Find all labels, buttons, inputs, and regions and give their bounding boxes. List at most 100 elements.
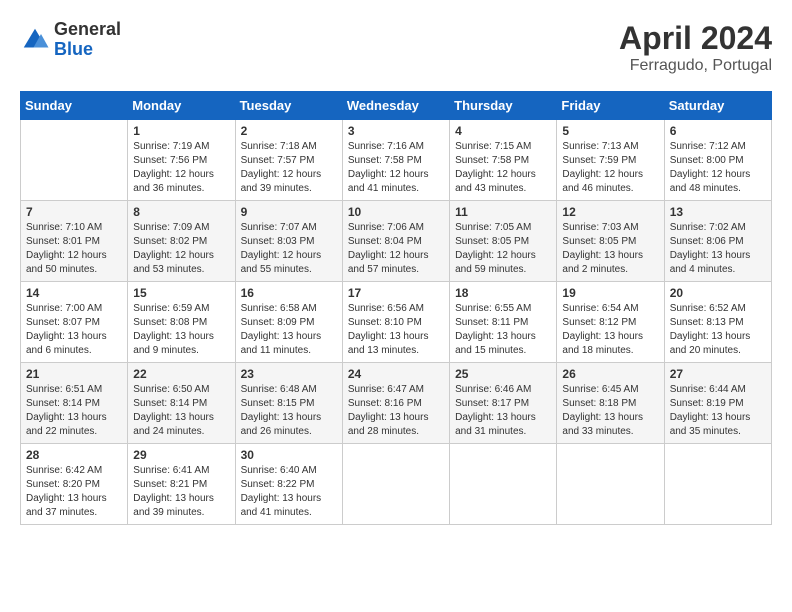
weekday-header-row: Sunday Monday Tuesday Wednesday Thursday…: [21, 92, 772, 120]
header-tuesday: Tuesday: [235, 92, 342, 120]
day-number: 27: [670, 367, 766, 381]
day-info: Sunrise: 7:09 AMSunset: 8:02 PMDaylight:…: [133, 221, 229, 277]
day-number: 19: [562, 286, 658, 300]
day-info: Sunrise: 6:52 AMSunset: 8:13 PMDaylight:…: [670, 302, 766, 358]
calendar-cell: 14 Sunrise: 7:00 AMSunset: 8:07 PMDayligh…: [21, 282, 128, 363]
header-thursday: Thursday: [450, 92, 557, 120]
calendar-cell: 18 Sunrise: 6:55 AMSunset: 8:11 PMDayligh…: [450, 282, 557, 363]
calendar-cell: 28 Sunrise: 6:42 AMSunset: 8:20 PMDayligh…: [21, 444, 128, 525]
day-info: Sunrise: 7:19 AMSunset: 7:56 PMDaylight:…: [133, 140, 229, 196]
calendar-cell: 25 Sunrise: 6:46 AMSunset: 8:17 PMDayligh…: [450, 363, 557, 444]
calendar-cell: 23Sunrise: 6:48 AMSunset: 8:15 PMDayligh…: [235, 363, 342, 444]
calendar-cell: [342, 444, 449, 525]
day-info: Sunrise: 7:16 AMSunset: 7:58 PMDaylight:…: [348, 140, 444, 196]
day-info: Sunrise: 6:44 AMSunset: 8:19 PMDaylight:…: [670, 383, 766, 439]
calendar-cell: 24 Sunrise: 6:47 AMSunset: 8:16 PMDayligh…: [342, 363, 449, 444]
month-title: April 2024: [619, 20, 772, 57]
calendar-cell: 12Sunrise: 7:03 AMSunset: 8:05 PMDayligh…: [557, 201, 664, 282]
day-number: 15: [133, 286, 229, 300]
day-number: 11: [455, 205, 551, 219]
calendar-cell: 30 Sunrise: 6:40 AMSunset: 8:22 PMDayligh…: [235, 444, 342, 525]
day-number: 14: [26, 286, 122, 300]
day-number: 25: [455, 367, 551, 381]
title-area: April 2024 Ferragudo, Portugal: [619, 20, 772, 75]
calendar-cell: 9Sunrise: 7:07 AMSunset: 8:03 PMDaylight…: [235, 201, 342, 282]
calendar-header: Sunday Monday Tuesday Wednesday Thursday…: [21, 92, 772, 120]
calendar-cell: [557, 444, 664, 525]
header: General Blue April 2024 Ferragudo, Portu…: [20, 20, 772, 75]
calendar-cell: 15 Sunrise: 6:59 AMSunset: 8:08 PMDayligh…: [128, 282, 235, 363]
day-info: Sunrise: 6:56 AMSunset: 8:10 PMDaylight:…: [348, 302, 444, 358]
day-number: 6: [670, 124, 766, 138]
day-info: Sunrise: 7:10 AMSunset: 8:01 PMDaylight:…: [26, 221, 122, 277]
logo: General Blue: [20, 20, 121, 60]
calendar-week-2: 7Sunrise: 7:10 AMSunset: 8:01 PMDaylight…: [21, 201, 772, 282]
calendar-cell: 1Sunrise: 7:19 AMSunset: 7:56 PMDaylight…: [128, 120, 235, 201]
calendar-cell: 6 Sunrise: 7:12 AMSunset: 8:00 PMDaylight…: [664, 120, 771, 201]
calendar-cell: [450, 444, 557, 525]
logo-blue: Blue: [54, 40, 121, 60]
day-number: 30: [241, 448, 337, 462]
calendar-cell: 19Sunrise: 6:54 AMSunset: 8:12 PMDayligh…: [557, 282, 664, 363]
header-saturday: Saturday: [664, 92, 771, 120]
day-number: 21: [26, 367, 122, 381]
day-number: 3: [348, 124, 444, 138]
day-number: 5: [562, 124, 658, 138]
calendar-cell: 21Sunrise: 6:51 AMSunset: 8:14 PMDayligh…: [21, 363, 128, 444]
day-info: Sunrise: 6:41 AMSunset: 8:21 PMDaylight:…: [133, 464, 229, 520]
day-number: 26: [562, 367, 658, 381]
day-number: 16: [241, 286, 337, 300]
calendar-week-1: 1Sunrise: 7:19 AMSunset: 7:56 PMDaylight…: [21, 120, 772, 201]
calendar-table: Sunday Monday Tuesday Wednesday Thursday…: [20, 91, 772, 525]
calendar-cell: 10Sunrise: 7:06 AMSunset: 8:04 PMDayligh…: [342, 201, 449, 282]
day-info: Sunrise: 7:00 AMSunset: 8:07 PMDaylight:…: [26, 302, 122, 358]
day-info: Sunrise: 7:13 AMSunset: 7:59 PMDaylight:…: [562, 140, 658, 196]
day-info: Sunrise: 6:46 AMSunset: 8:17 PMDaylight:…: [455, 383, 551, 439]
day-info: Sunrise: 6:47 AMSunset: 8:16 PMDaylight:…: [348, 383, 444, 439]
day-info: Sunrise: 7:05 AMSunset: 8:05 PMDaylight:…: [455, 221, 551, 277]
day-info: Sunrise: 6:59 AMSunset: 8:08 PMDaylight:…: [133, 302, 229, 358]
day-info: Sunrise: 7:06 AMSunset: 8:04 PMDaylight:…: [348, 221, 444, 277]
calendar-cell: [664, 444, 771, 525]
day-number: 24: [348, 367, 444, 381]
day-number: 4: [455, 124, 551, 138]
day-number: 12: [562, 205, 658, 219]
calendar-cell: [21, 120, 128, 201]
day-number: 20: [670, 286, 766, 300]
header-friday: Friday: [557, 92, 664, 120]
calendar-cell: 7Sunrise: 7:10 AMSunset: 8:01 PMDaylight…: [21, 201, 128, 282]
logo-text: General Blue: [54, 20, 121, 60]
day-info: Sunrise: 6:45 AMSunset: 8:18 PMDaylight:…: [562, 383, 658, 439]
calendar-body: 1Sunrise: 7:19 AMSunset: 7:56 PMDaylight…: [21, 120, 772, 525]
calendar-cell: 29Sunrise: 6:41 AMSunset: 8:21 PMDayligh…: [128, 444, 235, 525]
calendar-cell: 22 Sunrise: 6:50 AMSunset: 8:14 PMDayligh…: [128, 363, 235, 444]
day-info: Sunrise: 6:42 AMSunset: 8:20 PMDaylight:…: [26, 464, 122, 520]
logo-general: General: [54, 20, 121, 40]
header-wednesday: Wednesday: [342, 92, 449, 120]
generalblue-logo-icon: [20, 25, 50, 55]
header-monday: Monday: [128, 92, 235, 120]
calendar-cell: 16 Sunrise: 6:58 AMSunset: 8:09 PMDayligh…: [235, 282, 342, 363]
day-number: 2: [241, 124, 337, 138]
day-info: Sunrise: 6:55 AMSunset: 8:11 PMDaylight:…: [455, 302, 551, 358]
calendar-cell: 13Sunrise: 7:02 AMSunset: 8:06 PMDayligh…: [664, 201, 771, 282]
calendar-cell: 27 Sunrise: 6:44 AMSunset: 8:19 PMDayligh…: [664, 363, 771, 444]
day-number: 13: [670, 205, 766, 219]
day-number: 28: [26, 448, 122, 462]
calendar-week-4: 21Sunrise: 6:51 AMSunset: 8:14 PMDayligh…: [21, 363, 772, 444]
calendar-cell: 26 Sunrise: 6:45 AMSunset: 8:18 PMDayligh…: [557, 363, 664, 444]
day-number: 22: [133, 367, 229, 381]
day-info: Sunrise: 7:18 AMSunset: 7:57 PMDaylight:…: [241, 140, 337, 196]
calendar-cell: 2 Sunrise: 7:18 AMSunset: 7:57 PMDaylight…: [235, 120, 342, 201]
calendar-week-5: 28 Sunrise: 6:42 AMSunset: 8:20 PMDayligh…: [21, 444, 772, 525]
day-info: Sunrise: 6:58 AMSunset: 8:09 PMDaylight:…: [241, 302, 337, 358]
day-info: Sunrise: 6:40 AMSunset: 8:22 PMDaylight:…: [241, 464, 337, 520]
day-number: 8: [133, 205, 229, 219]
day-number: 18: [455, 286, 551, 300]
calendar-week-3: 14 Sunrise: 7:00 AMSunset: 8:07 PMDayligh…: [21, 282, 772, 363]
day-number: 17: [348, 286, 444, 300]
calendar-cell: 8 Sunrise: 7:09 AMSunset: 8:02 PMDaylight…: [128, 201, 235, 282]
day-info: Sunrise: 7:12 AMSunset: 8:00 PMDaylight:…: [670, 140, 766, 196]
calendar-cell: 5 Sunrise: 7:13 AMSunset: 7:59 PMDaylight…: [557, 120, 664, 201]
day-info: Sunrise: 6:50 AMSunset: 8:14 PMDaylight:…: [133, 383, 229, 439]
